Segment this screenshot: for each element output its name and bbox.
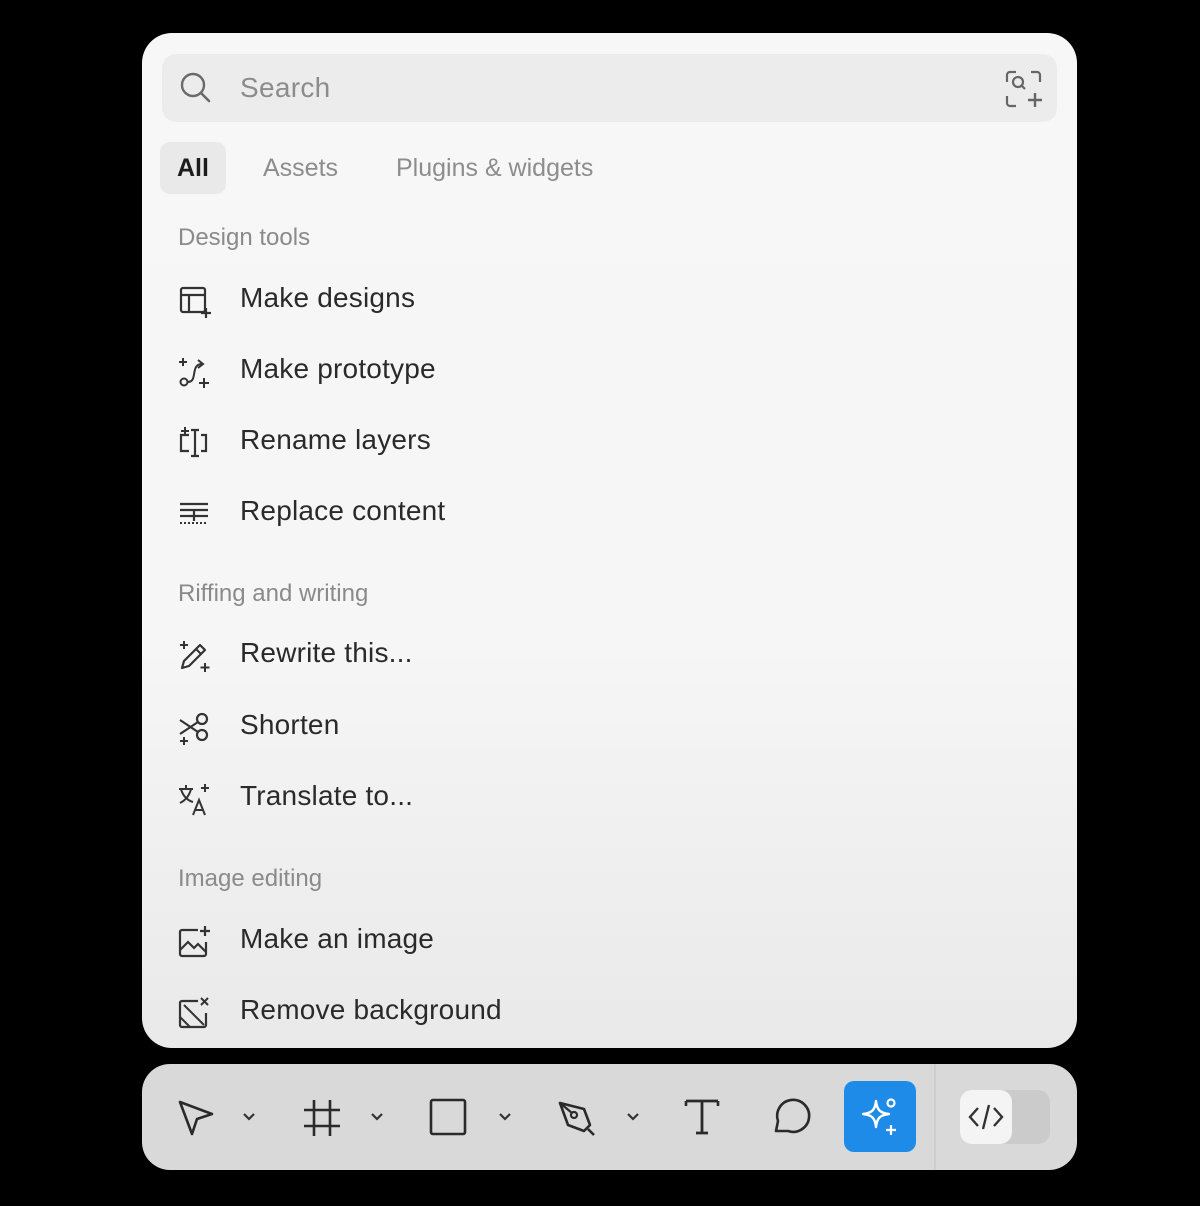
- search-input[interactable]: Search: [240, 72, 331, 104]
- rewrite-icon: [180, 641, 210, 672]
- menu-item-shorten[interactable]: Shorten: [172, 699, 1052, 755]
- ai-actions-button[interactable]: [844, 1081, 916, 1152]
- menu-item-label: Shorten: [240, 709, 340, 740]
- toolbar-divider: [934, 1064, 936, 1170]
- search-bar[interactable]: Search: [162, 54, 1057, 122]
- translate-icon: [179, 784, 209, 816]
- text-tool[interactable]: [680, 1064, 750, 1170]
- tab-all[interactable]: All: [160, 142, 226, 194]
- menu-item-label: Make prototype: [240, 353, 436, 384]
- code-icon: [968, 1104, 1004, 1130]
- menu-item-label: Translate to...: [240, 780, 414, 811]
- menu-item-remove-background[interactable]: Remove background: [172, 984, 1052, 1040]
- comment-tool[interactable]: [768, 1064, 838, 1170]
- make-designs-icon: [179, 286, 211, 318]
- tab-plugins-widgets[interactable]: Plugins & widgets: [396, 142, 593, 194]
- tab-assets[interactable]: Assets: [263, 142, 338, 194]
- replace-content-icon: [180, 502, 208, 524]
- shorten-icon: [179, 712, 209, 745]
- frame-icon: [304, 1100, 340, 1136]
- menu-item-make-image[interactable]: Make an image: [172, 913, 1052, 969]
- menu-item-label: Make designs: [240, 282, 416, 313]
- chevron-down-icon[interactable]: [240, 1108, 258, 1126]
- chevron-down-icon[interactable]: [496, 1108, 514, 1126]
- menu-item-label: Replace content: [240, 495, 446, 526]
- menu-item-replace-content[interactable]: Replace content: [172, 485, 1052, 541]
- menu-item-make-prototype[interactable]: Make prototype: [172, 343, 1052, 399]
- section-title-riffing-writing: Riffing and writing: [178, 580, 369, 607]
- rename-layers-icon: [179, 427, 208, 458]
- actions-panel: Search All Assets Plugins & widgets Desi…: [142, 33, 1077, 1048]
- menu-item-make-designs[interactable]: Make designs: [172, 272, 1052, 328]
- cursor-icon: [178, 1100, 214, 1136]
- shape-tool[interactable]: [420, 1064, 530, 1170]
- section-title-image-editing: Image editing: [178, 865, 323, 892]
- make-prototype-icon: [179, 358, 209, 388]
- rectangle-icon: [429, 1098, 467, 1136]
- section-title-design-tools: Design tools: [178, 224, 311, 251]
- make-image-icon: [178, 926, 210, 958]
- menu-item-translate[interactable]: Translate to...: [172, 770, 1052, 826]
- move-tool[interactable]: [162, 1064, 272, 1170]
- menu-item-label: Rename layers: [240, 424, 431, 455]
- chevron-down-icon[interactable]: [368, 1108, 386, 1126]
- search-icon: [180, 72, 211, 103]
- menu-item-label: Remove background: [240, 994, 502, 1025]
- menu-item-label: Rewrite this...: [240, 637, 413, 668]
- chevron-down-icon[interactable]: [624, 1108, 642, 1126]
- sparkle-icon: [861, 1098, 896, 1135]
- bottom-toolbar: [142, 1064, 1077, 1170]
- comment-icon: [774, 1098, 811, 1134]
- pen-tool[interactable]: [548, 1064, 658, 1170]
- pen-icon: [558, 1101, 595, 1136]
- frame-tool[interactable]: [292, 1064, 402, 1170]
- remove-background-icon: [178, 997, 209, 1029]
- dev-mode-button[interactable]: [960, 1090, 1012, 1144]
- scan-ai-icon[interactable]: [1001, 66, 1047, 112]
- menu-item-rename-layers[interactable]: Rename layers: [172, 414, 1052, 470]
- menu-item-rewrite[interactable]: Rewrite this...: [172, 627, 1052, 683]
- text-icon: [684, 1099, 720, 1135]
- menu-item-label: Make an image: [240, 923, 435, 954]
